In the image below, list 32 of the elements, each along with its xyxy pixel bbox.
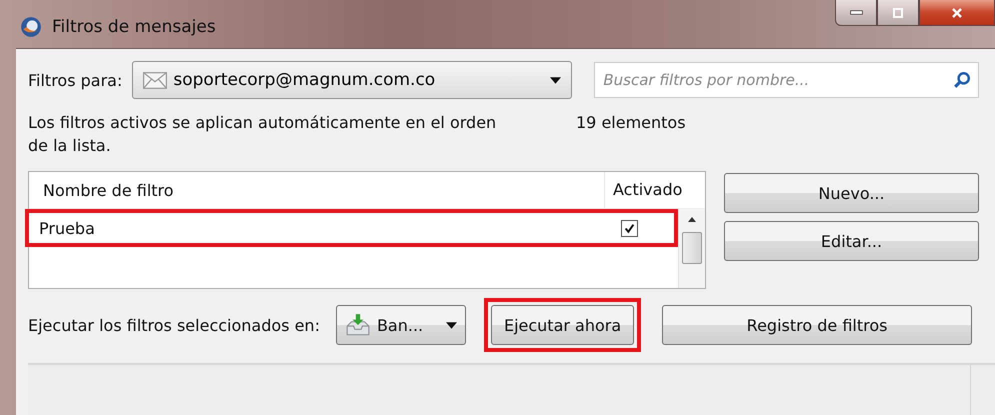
enabled-checkbox[interactable] — [621, 220, 638, 236]
description-text: Los filtros activos se aplican automáticamente en el orden de la lista. — [28, 112, 498, 157]
column-header[interactable]: Nombre de filtro — [29, 180, 604, 200]
app-logo-icon — [20, 16, 42, 38]
check-icon — [624, 222, 635, 234]
window-title: Filtros de mensajes — [52, 17, 216, 37]
minimize-button[interactable] — [835, 0, 877, 26]
search-icon — [953, 71, 971, 89]
caret-icon — [550, 76, 562, 84]
maximize-icon — [891, 6, 905, 18]
filters-for-label: Filtros para: — [28, 70, 122, 90]
new-button[interactable]: Nuevo... — [724, 173, 979, 213]
account-dropdown[interactable]: soportecorp@magnum.com.co — [132, 61, 572, 99]
minimize-icon — [850, 10, 862, 15]
filter-log-button[interactable]: Registro de filtros — [662, 305, 972, 345]
folder-dropdown[interactable]: Ban... — [336, 305, 466, 345]
envelope-icon — [143, 72, 168, 88]
filter-row[interactable]: Prueba — [25, 209, 678, 247]
close-icon — [950, 6, 964, 18]
vertical-scrollbar[interactable] — [678, 209, 705, 288]
maximize-button[interactable] — [877, 0, 919, 26]
run-now-button[interactable]: Ejecutar ahora — [490, 305, 634, 345]
column-header[interactable]: Activado — [604, 172, 705, 208]
close-button[interactable] — [919, 0, 995, 26]
inbox-icon — [344, 313, 371, 337]
caret-icon — [446, 322, 457, 328]
run-label: Ejecutar los filtros seleccionados en: — [28, 316, 320, 334]
filter-name: Prueba — [39, 218, 96, 238]
filter-count: 19 elementos — [576, 112, 686, 134]
edit-button[interactable]: Editar... — [724, 221, 979, 261]
search-field[interactable]: Buscar filtros por nombre... — [594, 62, 979, 98]
scroll-up-arrow-icon[interactable] — [688, 217, 696, 222]
